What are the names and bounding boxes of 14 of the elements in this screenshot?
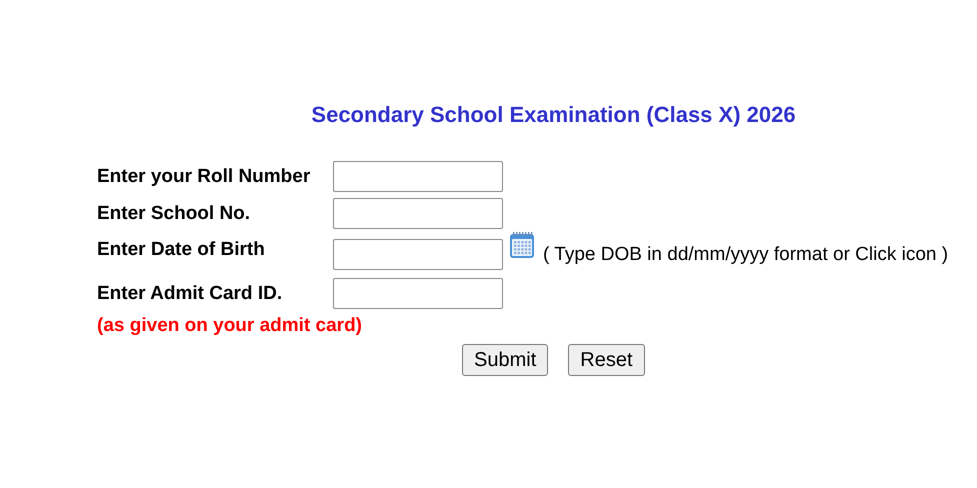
form-button[interactable]: Submit <box>462 344 548 376</box>
input-field[interactable] <box>333 239 503 270</box>
form-title: Secondary School Examination (Class X) 2026 <box>310 101 797 128</box>
date-format-hint: ( Type DOB in dd/mm/yyyy format or Click icon ) <box>543 244 948 266</box>
admit-card-note: (as given on your admit card) <box>96 315 363 337</box>
form-button[interactable]: Reset <box>568 344 644 376</box>
input-field[interactable] <box>333 278 503 309</box>
field-label: Enter School No. <box>97 202 252 224</box>
input-field[interactable] <box>333 198 503 229</box>
field-label: Enter Admit Card ID. <box>97 282 284 304</box>
field-label: Enter your Roll Number <box>97 166 312 188</box>
input-field[interactable] <box>333 161 503 192</box>
calendar-icon[interactable] <box>509 231 535 259</box>
field-label: Enter Date of Birth <box>97 239 266 261</box>
